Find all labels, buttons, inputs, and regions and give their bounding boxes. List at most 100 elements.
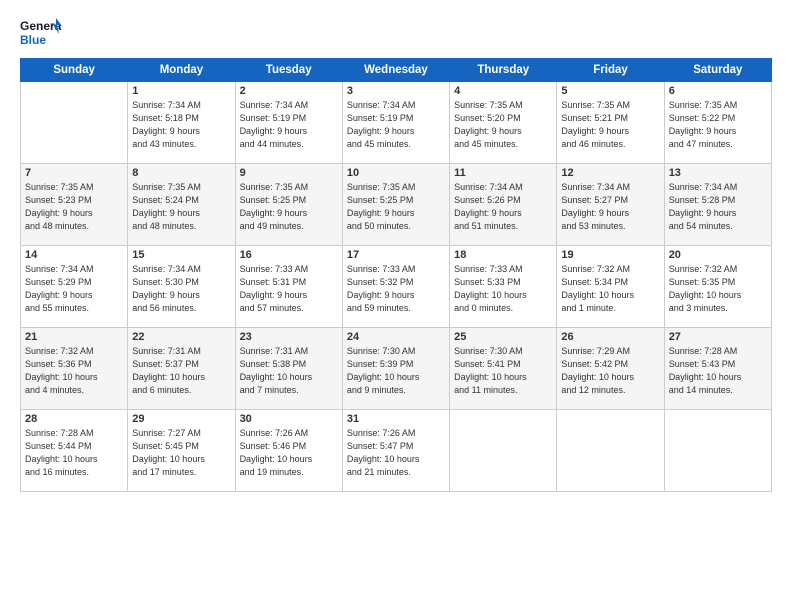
- logo-svg: General Blue: [20, 16, 62, 50]
- calendar-cell: 29 Sunrise: 7:27 AMSunset: 5:45 PMDayligh…: [128, 410, 235, 492]
- cell-info: Sunrise: 7:32 AMSunset: 5:34 PMDaylight:…: [561, 263, 659, 315]
- cell-info: Sunrise: 7:32 AMSunset: 5:35 PMDaylight:…: [669, 263, 767, 315]
- day-number: 14: [25, 249, 123, 261]
- day-number: 23: [240, 331, 338, 343]
- calendar-cell: 3Sunrise: 7:34 AMSunset: 5:19 PMDaylight…: [342, 82, 449, 164]
- cell-info: Sunrise: 7:35 AMSunset: 5:20 PMDaylight:…: [454, 99, 552, 151]
- day-number: 21: [25, 331, 123, 343]
- calendar-cell: 9Sunrise: 7:35 AMSunset: 5:25 PMDaylight…: [235, 164, 342, 246]
- calendar-cell: 22 Sunrise: 7:31 AMSunset: 5:37 PMDayligh…: [128, 328, 235, 410]
- day-header-saturday: Saturday: [664, 59, 771, 82]
- calendar-cell: 7 Sunrise: 7:35 AMSunset: 5:23 PMDaylight…: [21, 164, 128, 246]
- svg-text:Blue: Blue: [20, 33, 46, 47]
- calendar-cell: 24Sunrise: 7:30 AMSunset: 5:39 PMDayligh…: [342, 328, 449, 410]
- calendar-cell: 5 Sunrise: 7:35 AMSunset: 5:21 PMDaylight…: [557, 82, 664, 164]
- calendar-cell: 13 Sunrise: 7:34 AMSunset: 5:28 PMDayligh…: [664, 164, 771, 246]
- calendar-cell: 30 Sunrise: 7:26 AMSunset: 5:46 PMDayligh…: [235, 410, 342, 492]
- day-number: 29: [132, 413, 230, 425]
- day-number: 15: [132, 249, 230, 261]
- calendar-cell: 26 Sunrise: 7:29 AMSunset: 5:42 PMDayligh…: [557, 328, 664, 410]
- cell-info: Sunrise: 7:34 AMSunset: 5:18 PMDaylight:…: [132, 99, 230, 151]
- cell-info: Sunrise: 7:35 AMSunset: 5:21 PMDaylight:…: [561, 99, 659, 151]
- day-number: 11: [454, 167, 552, 179]
- cell-info: Sunrise: 7:34 AMSunset: 5:28 PMDaylight:…: [669, 181, 767, 233]
- cell-info: Sunrise: 7:34 AMSunset: 5:19 PMDaylight:…: [347, 99, 445, 151]
- cell-info: Sunrise: 7:33 AMSunset: 5:33 PMDaylight:…: [454, 263, 552, 315]
- day-number: 7: [25, 167, 123, 179]
- day-number: 18: [454, 249, 552, 261]
- day-number: 6: [669, 85, 767, 97]
- calendar-cell: 18 Sunrise: 7:33 AMSunset: 5:33 PMDayligh…: [450, 246, 557, 328]
- cell-info: Sunrise: 7:27 AMSunset: 5:45 PMDaylight:…: [132, 427, 230, 479]
- calendar-cell: [664, 410, 771, 492]
- day-header-tuesday: Tuesday: [235, 59, 342, 82]
- cell-info: Sunrise: 7:30 AMSunset: 5:39 PMDaylight:…: [347, 345, 445, 397]
- cell-info: Sunrise: 7:33 AMSunset: 5:31 PMDaylight:…: [240, 263, 338, 315]
- cell-info: Sunrise: 7:35 AMSunset: 5:25 PMDaylight:…: [347, 181, 445, 233]
- day-header-monday: Monday: [128, 59, 235, 82]
- day-number: 28: [25, 413, 123, 425]
- week-row-3: 21 Sunrise: 7:32 AMSunset: 5:36 PMDayligh…: [21, 328, 772, 410]
- cell-info: Sunrise: 7:34 AMSunset: 5:27 PMDaylight:…: [561, 181, 659, 233]
- cell-info: Sunrise: 7:26 AMSunset: 5:47 PMDaylight:…: [347, 427, 445, 479]
- calendar-cell: 2 Sunrise: 7:34 AMSunset: 5:19 PMDaylight…: [235, 82, 342, 164]
- calendar-cell: 21 Sunrise: 7:32 AMSunset: 5:36 PMDayligh…: [21, 328, 128, 410]
- page: General Blue SundayMondayTuesdayWednesda…: [0, 0, 792, 612]
- week-row-4: 28Sunrise: 7:28 AMSunset: 5:44 PMDayligh…: [21, 410, 772, 492]
- cell-info: Sunrise: 7:26 AMSunset: 5:46 PMDaylight:…: [240, 427, 338, 479]
- day-header-thursday: Thursday: [450, 59, 557, 82]
- day-number: 26: [561, 331, 659, 343]
- calendar-cell: [21, 82, 128, 164]
- week-row-0: 1Sunrise: 7:34 AMSunset: 5:18 PMDaylight…: [21, 82, 772, 164]
- calendar-cell: 11 Sunrise: 7:34 AMSunset: 5:26 PMDayligh…: [450, 164, 557, 246]
- cell-info: Sunrise: 7:34 AMSunset: 5:19 PMDaylight:…: [240, 99, 338, 151]
- cell-info: Sunrise: 7:28 AMSunset: 5:43 PMDaylight:…: [669, 345, 767, 397]
- day-number: 19: [561, 249, 659, 261]
- calendar-cell: 6 Sunrise: 7:35 AMSunset: 5:22 PMDaylight…: [664, 82, 771, 164]
- calendar-cell: [557, 410, 664, 492]
- cell-info: Sunrise: 7:35 AMSunset: 5:25 PMDaylight:…: [240, 181, 338, 233]
- day-number: 22: [132, 331, 230, 343]
- cell-info: Sunrise: 7:34 AMSunset: 5:30 PMDaylight:…: [132, 263, 230, 315]
- calendar-cell: 23Sunrise: 7:31 AMSunset: 5:38 PMDayligh…: [235, 328, 342, 410]
- day-number: 13: [669, 167, 767, 179]
- cell-info: Sunrise: 7:34 AMSunset: 5:29 PMDaylight:…: [25, 263, 123, 315]
- calendar: SundayMondayTuesdayWednesdayThursdayFrid…: [20, 58, 772, 492]
- calendar-cell: 27 Sunrise: 7:28 AMSunset: 5:43 PMDayligh…: [664, 328, 771, 410]
- logo: General Blue: [20, 16, 62, 50]
- day-number: 5: [561, 85, 659, 97]
- cell-info: Sunrise: 7:30 AMSunset: 5:41 PMDaylight:…: [454, 345, 552, 397]
- cell-info: Sunrise: 7:31 AMSunset: 5:37 PMDaylight:…: [132, 345, 230, 397]
- calendar-cell: 12 Sunrise: 7:34 AMSunset: 5:27 PMDayligh…: [557, 164, 664, 246]
- calendar-cell: 31 Sunrise: 7:26 AMSunset: 5:47 PMDayligh…: [342, 410, 449, 492]
- day-number: 30: [240, 413, 338, 425]
- day-number: 4: [454, 85, 552, 97]
- day-number: 20: [669, 249, 767, 261]
- day-number: 27: [669, 331, 767, 343]
- cell-info: Sunrise: 7:34 AMSunset: 5:26 PMDaylight:…: [454, 181, 552, 233]
- day-header-sunday: Sunday: [21, 59, 128, 82]
- calendar-cell: 16Sunrise: 7:33 AMSunset: 5:31 PMDayligh…: [235, 246, 342, 328]
- calendar-cell: [450, 410, 557, 492]
- calendar-cell: 17Sunrise: 7:33 AMSunset: 5:32 PMDayligh…: [342, 246, 449, 328]
- header: General Blue: [20, 16, 772, 50]
- calendar-header-row: SundayMondayTuesdayWednesdayThursdayFrid…: [21, 59, 772, 82]
- calendar-cell: 1Sunrise: 7:34 AMSunset: 5:18 PMDaylight…: [128, 82, 235, 164]
- cell-info: Sunrise: 7:35 AMSunset: 5:23 PMDaylight:…: [25, 181, 123, 233]
- calendar-cell: 28Sunrise: 7:28 AMSunset: 5:44 PMDayligh…: [21, 410, 128, 492]
- calendar-cell: 8Sunrise: 7:35 AMSunset: 5:24 PMDaylight…: [128, 164, 235, 246]
- calendar-body: 1Sunrise: 7:34 AMSunset: 5:18 PMDaylight…: [21, 82, 772, 492]
- day-header-wednesday: Wednesday: [342, 59, 449, 82]
- day-number: 31: [347, 413, 445, 425]
- calendar-cell: 10Sunrise: 7:35 AMSunset: 5:25 PMDayligh…: [342, 164, 449, 246]
- week-row-2: 14 Sunrise: 7:34 AMSunset: 5:29 PMDayligh…: [21, 246, 772, 328]
- cell-info: Sunrise: 7:32 AMSunset: 5:36 PMDaylight:…: [25, 345, 123, 397]
- calendar-cell: 20 Sunrise: 7:32 AMSunset: 5:35 PMDayligh…: [664, 246, 771, 328]
- cell-info: Sunrise: 7:33 AMSunset: 5:32 PMDaylight:…: [347, 263, 445, 315]
- day-number: 25: [454, 331, 552, 343]
- cell-info: Sunrise: 7:35 AMSunset: 5:22 PMDaylight:…: [669, 99, 767, 151]
- day-number: 12: [561, 167, 659, 179]
- cell-info: Sunrise: 7:35 AMSunset: 5:24 PMDaylight:…: [132, 181, 230, 233]
- day-number: 2: [240, 85, 338, 97]
- cell-info: Sunrise: 7:29 AMSunset: 5:42 PMDaylight:…: [561, 345, 659, 397]
